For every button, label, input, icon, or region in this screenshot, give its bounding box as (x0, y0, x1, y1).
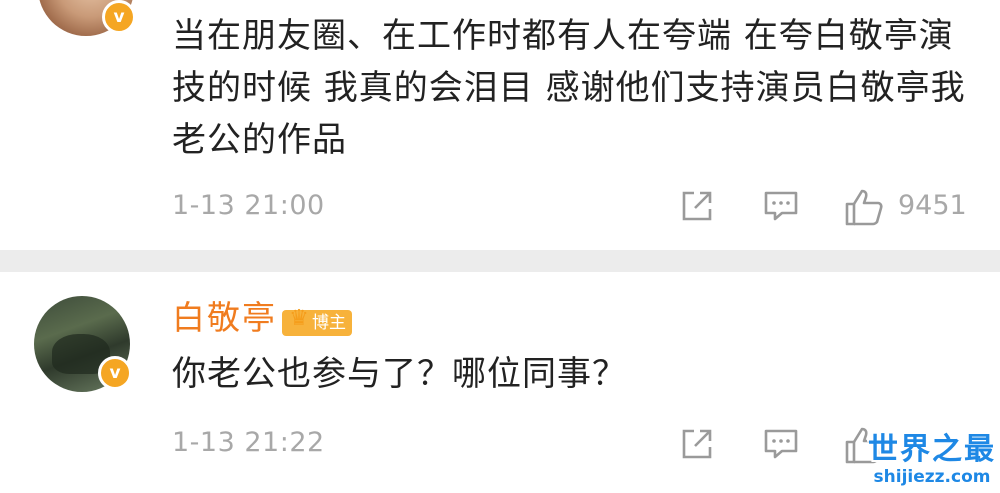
blogger-badge: ♛ 博主 (282, 306, 352, 336)
share-icon[interactable] (678, 425, 716, 463)
comment-time: 1-13 21:22 (172, 427, 325, 458)
comment-item: v 白敬亭 ♛ 博主 你老公也参与了？哪位同事？ 1-13 21:22 (0, 272, 1000, 493)
crown-icon: ♛ (289, 306, 309, 331)
comment-icon[interactable] (762, 425, 800, 463)
section-divider (0, 250, 1000, 272)
username[interactable]: 白敬亭 (172, 296, 277, 340)
like-count: 9451 (898, 190, 967, 221)
verified-badge-icon: v (102, 0, 136, 34)
thumbs-up-icon[interactable] (844, 187, 884, 227)
comment-time: 1-13 21:00 (172, 190, 325, 221)
watermark-title: 世界之最 (868, 432, 996, 467)
comment-text: 你老公也参与了？哪位同事？ (172, 354, 627, 394)
watermark-url: shijiezz.com (873, 467, 991, 487)
site-watermark: 世界之最 shijiezz.com (868, 433, 996, 491)
user-avatar[interactable]: v (38, 0, 136, 36)
user-avatar[interactable]: v (34, 296, 132, 392)
comment-icon[interactable] (762, 187, 800, 225)
verified-badge-icon: v (98, 356, 132, 390)
badge-label: 博主 (312, 313, 346, 333)
comment-text: 当在朋友圈、在工作时都有人在夸端 在夸白敬亭演技的时候 我真的会泪目 感谢他们支… (172, 16, 966, 160)
share-icon[interactable] (678, 187, 716, 225)
comment-item: v 当在朋友圈、在工作时都有人在夸端 在夸白敬亭演技的时候 我真的会泪目 感谢他… (0, 0, 1000, 250)
